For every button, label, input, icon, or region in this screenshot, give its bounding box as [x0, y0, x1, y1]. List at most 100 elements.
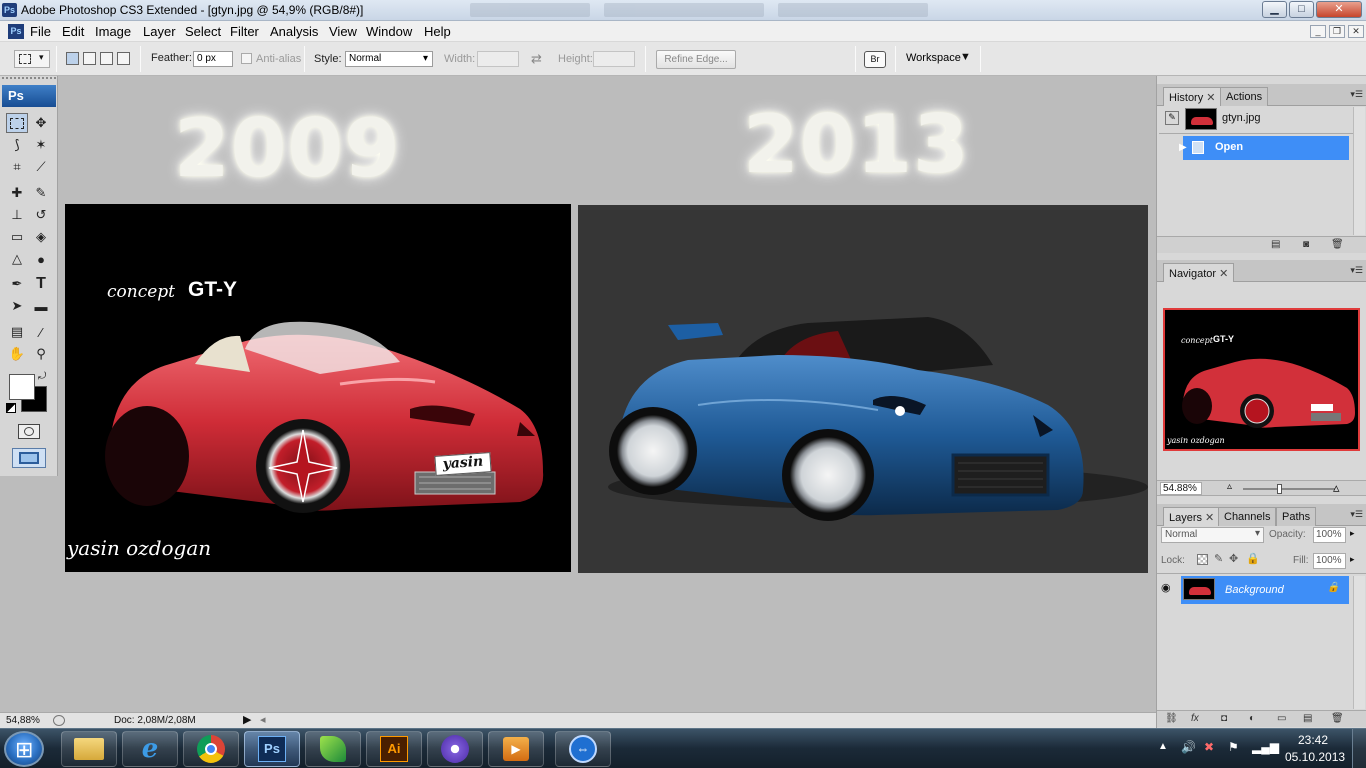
marquee-preset-icon[interactable]: ▾: [14, 50, 50, 68]
layer-style-fx-icon[interactable]: fx: [1191, 713, 1199, 724]
workspace-button[interactable]: Workspace: [906, 52, 961, 64]
opacity-arrow-icon[interactable]: ▸: [1350, 528, 1355, 539]
signal-strength-icon[interactable]: ▂▄▆: [1252, 740, 1279, 754]
show-desktop-button[interactable]: [1352, 729, 1366, 768]
panel-menu-icon[interactable]: ▾☰: [1350, 509, 1363, 520]
zoom-slider-track[interactable]: [1243, 488, 1335, 490]
close-button[interactable]: ✕: [1316, 1, 1362, 18]
volume-icon[interactable]: 🔊: [1181, 740, 1196, 754]
scrollbar[interactable]: [1353, 576, 1365, 709]
menu-view[interactable]: View: [329, 24, 357, 39]
maximize-button[interactable]: □: [1289, 1, 1314, 18]
new-selection-icon[interactable]: [66, 52, 79, 65]
new-layer-icon[interactable]: ▤: [1303, 713, 1312, 724]
blur-tool-icon[interactable]: △: [6, 249, 28, 269]
taskbar-teamviewer[interactable]: ⇔: [555, 731, 611, 767]
taskbar-file-explorer[interactable]: [61, 731, 117, 767]
menu-layer[interactable]: Layer: [143, 24, 176, 39]
tab-actions[interactable]: Actions: [1220, 87, 1269, 106]
magic-wand-tool-icon[interactable]: ✶: [30, 135, 52, 155]
clock-time[interactable]: 23:42: [1298, 733, 1328, 747]
width-input[interactable]: [477, 51, 519, 67]
start-button[interactable]: [4, 731, 44, 767]
history-snapshot[interactable]: ✎ gtyn.jpg: [1159, 107, 1351, 131]
snapshot-camera-icon[interactable]: ◙: [1303, 239, 1309, 250]
clock-date[interactable]: 05.10.2013: [1285, 750, 1345, 764]
close-icon[interactable]: ✕: [1205, 512, 1214, 524]
close-icon[interactable]: ✕: [1219, 268, 1228, 280]
rectangle-tool-icon[interactable]: ▬: [30, 296, 52, 316]
taskbar-chrome[interactable]: [183, 731, 239, 767]
height-input[interactable]: [593, 51, 635, 67]
swap-icon[interactable]: ⇄: [531, 51, 542, 67]
menu-window[interactable]: Window: [366, 24, 412, 39]
brush-tool-icon[interactable]: ✎: [30, 183, 52, 203]
minimize-button[interactable]: ▁: [1262, 1, 1287, 18]
default-colors-icon[interactable]: [6, 403, 16, 413]
path-selection-tool-icon[interactable]: ➤: [6, 296, 28, 316]
lasso-tool-icon[interactable]: ⟆: [6, 135, 28, 155]
anti-alias-checkbox[interactable]: [241, 53, 252, 64]
refine-edge-button[interactable]: Refine Edge...: [656, 50, 736, 69]
crop-tool-icon[interactable]: ⌗: [6, 157, 28, 177]
tab-navigator[interactable]: Navigator ✕: [1163, 263, 1235, 282]
foreground-color-swatch[interactable]: [9, 374, 35, 400]
marquee-tool-icon[interactable]: [6, 113, 28, 133]
doc-restore-button[interactable]: ❐: [1329, 25, 1345, 38]
quick-mask-icon[interactable]: [18, 424, 40, 439]
notes-tool-icon[interactable]: ▤: [6, 322, 28, 342]
history-step-open[interactable]: Open: [1183, 136, 1349, 160]
zoom-level[interactable]: 54,88%: [6, 715, 40, 726]
flag-icon[interactable]: ⚑: [1228, 740, 1239, 754]
blend-mode-select[interactable]: Normal ▾: [1161, 527, 1264, 543]
fill-arrow-icon[interactable]: ▸: [1350, 554, 1355, 565]
menu-image[interactable]: Image: [95, 24, 131, 39]
menu-file[interactable]: File: [30, 24, 51, 39]
taskbar-internet-explorer[interactable]: e: [122, 731, 178, 767]
zoom-slider-thumb[interactable]: [1277, 484, 1282, 494]
taskbar-media-player[interactable]: ▶: [488, 731, 544, 767]
taskbar-photoshop[interactable]: Ps: [244, 731, 300, 767]
zoom-in-icon[interactable]: ▵: [1333, 480, 1340, 496]
bridge-icon[interactable]: Br: [864, 51, 886, 68]
taskbar-bittorrent[interactable]: [427, 731, 483, 767]
slice-tool-icon[interactable]: ⟋: [30, 157, 52, 177]
trash-icon[interactable]: 🗑: [1331, 713, 1344, 724]
subtract-from-selection-icon[interactable]: [100, 52, 113, 65]
layer-row-background[interactable]: Background 🔒: [1181, 576, 1349, 604]
layer-mask-icon[interactable]: ◘: [1221, 713, 1227, 724]
trash-icon[interactable]: 🗑: [1331, 239, 1344, 250]
new-document-from-state-icon[interactable]: ▤: [1271, 239, 1280, 250]
lock-transparency-icon[interactable]: [1197, 554, 1208, 565]
eyedropper-tool-icon[interactable]: ⁄: [30, 322, 52, 342]
lock-all-icon[interactable]: 🔒: [1246, 552, 1260, 565]
pen-tool-icon[interactable]: ✒: [6, 274, 28, 294]
tab-channels[interactable]: Channels: [1218, 507, 1277, 526]
clone-stamp-tool-icon[interactable]: ⊥: [6, 205, 28, 225]
paint-bucket-tool-icon[interactable]: ◈: [30, 227, 52, 247]
zoom-tool-icon[interactable]: ⚲: [30, 344, 52, 364]
menu-select[interactable]: Select: [185, 24, 221, 39]
close-icon[interactable]: ✕: [1206, 92, 1215, 104]
lock-position-icon[interactable]: ✥: [1229, 552, 1238, 565]
feather-input[interactable]: 0 px: [193, 51, 233, 67]
menu-filter[interactable]: Filter: [230, 24, 259, 39]
status-info-icon[interactable]: [53, 715, 65, 726]
network-warning-icon[interactable]: ✖: [1204, 740, 1214, 754]
zoom-out-icon[interactable]: ▵: [1227, 481, 1232, 492]
history-state-arrow-icon[interactable]: ▶: [1179, 142, 1187, 153]
menu-help[interactable]: Help: [424, 24, 451, 39]
adjustment-layer-icon[interactable]: ◐: [1249, 713, 1255, 724]
scroll-left-icon[interactable]: ◂: [260, 713, 266, 726]
tab-layers[interactable]: Layers ✕: [1163, 507, 1221, 526]
eraser-tool-icon[interactable]: ▭: [6, 227, 28, 247]
lock-pixels-icon[interactable]: ✎: [1214, 552, 1223, 565]
intersect-selection-icon[interactable]: [117, 52, 130, 65]
screen-mode-icon[interactable]: [12, 448, 46, 468]
document-icon[interactable]: Ps: [8, 24, 24, 39]
panel-menu-icon[interactable]: ▾☰: [1350, 265, 1363, 276]
fill-input[interactable]: 100%: [1313, 553, 1346, 569]
menu-analysis[interactable]: Analysis: [270, 24, 318, 39]
type-tool-icon[interactable]: T: [30, 274, 52, 294]
brush-source-icon[interactable]: ✎: [1165, 111, 1179, 125]
